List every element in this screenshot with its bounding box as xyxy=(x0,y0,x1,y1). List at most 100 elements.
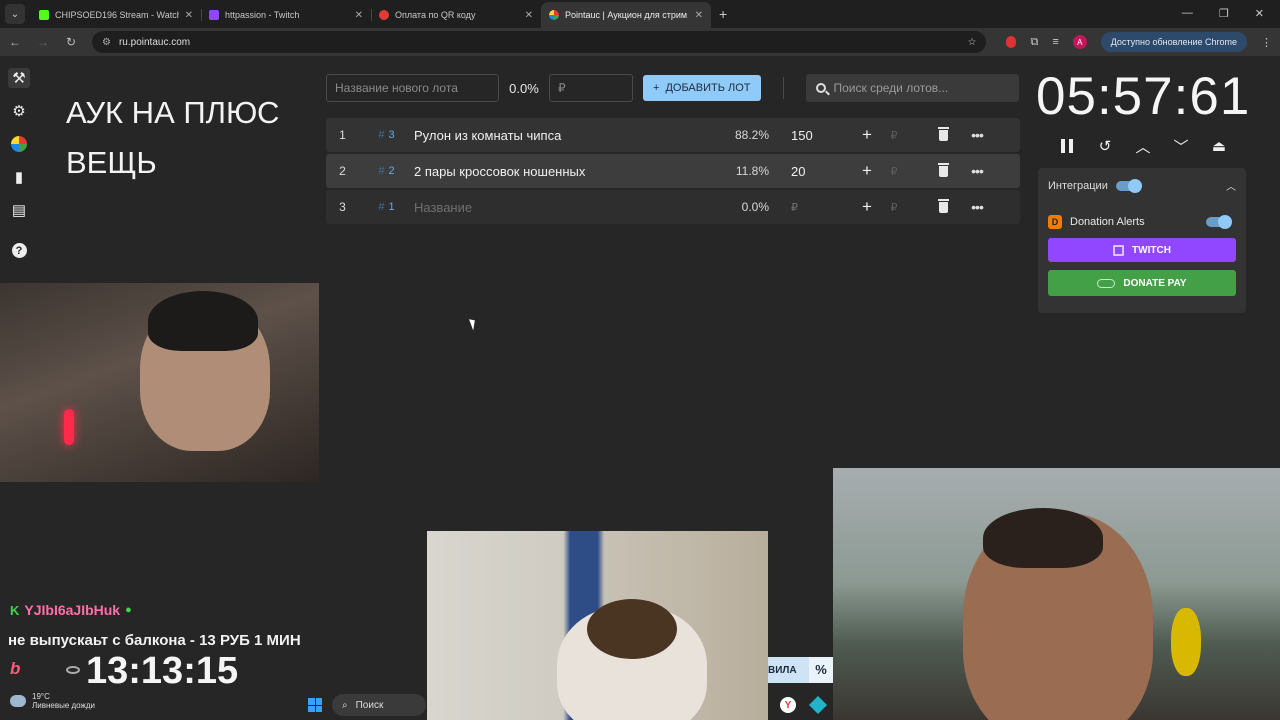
delete-lot-button[interactable] xyxy=(925,162,961,177)
chevron-up-icon[interactable]: ︿ xyxy=(1226,178,1236,193)
new-lot-name-input[interactable]: Название нового лота xyxy=(326,74,499,102)
browser-tab[interactable]: CHIPSOED196 Stream - Watch ✕ xyxy=(31,2,201,28)
tab-title: Оплата по QR коду xyxy=(395,10,476,20)
donate-pay-label: DONATE PAY xyxy=(1123,277,1187,289)
delete-lot-button[interactable] xyxy=(925,126,961,141)
lot-search-input[interactable]: Поиск среди лотов... xyxy=(805,74,1019,102)
trash-icon xyxy=(937,162,949,177)
bookmark-star-icon[interactable]: ☆ xyxy=(967,37,976,48)
browser-tab-active[interactable]: Pointauc | Аукцион для стрим ✕ xyxy=(541,2,711,28)
add-amount-icon[interactable]: + xyxy=(855,197,879,217)
toolbar-right: ⧉ ≡ A Доступно обновление Chrome ⋮ xyxy=(1006,32,1272,52)
lot-name-input[interactable]: Рулон из комнаты чипса xyxy=(414,128,714,143)
help-icon[interactable]: ? xyxy=(11,243,27,258)
lot-row: 1 #3 Рулон из комнаты чипса 88.2% 150 + … xyxy=(326,118,1020,152)
tab-search-button[interactable]: ⌄ xyxy=(5,4,25,24)
search-placeholder: Поиск среди лотов... xyxy=(833,81,949,95)
chat-username-text: YJIbI6aJIbHuk xyxy=(24,602,121,618)
integrations-panel: Интеграции ︿ D Donation Alerts TWITCH DO… xyxy=(1038,168,1246,313)
reload-icon[interactable]: ↻ xyxy=(64,35,78,49)
twitch-label: TWITCH xyxy=(1132,244,1171,256)
lot-fast-id: #1 xyxy=(378,201,395,213)
donation-alerts-icon: D xyxy=(1048,215,1062,229)
lot-name-input[interactable]: Название xyxy=(414,200,714,215)
lot-index: 1 xyxy=(339,128,346,142)
yandex-browser-icon[interactable]: Y xyxy=(780,697,796,713)
app-icon[interactable] xyxy=(808,695,828,715)
lot-percent: 0.0% xyxy=(741,200,769,214)
site-info-icon[interactable]: ⚙ xyxy=(102,37,111,48)
new-tab-icon[interactable]: + xyxy=(719,6,727,22)
close-icon[interactable]: ✕ xyxy=(525,10,533,21)
double-chevron-up-icon[interactable]: ⏏ xyxy=(1204,132,1234,160)
donation-alerts-label: Donation Alerts xyxy=(1070,216,1145,228)
windows-start-icon[interactable] xyxy=(308,698,322,712)
clipboard-icon[interactable]: ▤ xyxy=(8,200,30,220)
forward-icon[interactable]: → xyxy=(36,35,50,49)
lot-fast-id: #3 xyxy=(378,129,395,141)
gear-icon[interactable]: ⚙ xyxy=(8,101,30,121)
minimize-icon[interactable]: — xyxy=(1182,7,1193,20)
browser-tab[interactable]: httpassion - Twitch ✕ xyxy=(201,2,371,28)
window-controls: — ❐ ✕ xyxy=(1182,7,1280,28)
pointauc-favicon-icon xyxy=(549,10,559,20)
back-icon[interactable]: ← xyxy=(8,35,22,49)
lot-name-input[interactable]: 2 пары кроссовок ношенных xyxy=(414,164,714,179)
extensions-puzzle-icon[interactable]: ⧉ xyxy=(1030,36,1038,49)
lot-fast-id-number: 1 xyxy=(388,201,395,213)
bar-chart-icon[interactable]: ▮ xyxy=(8,167,30,187)
chevron-down-icon[interactable]: ﹀ xyxy=(1166,132,1196,160)
timer-controls: ↺ ︿ ﹀ ⏏ xyxy=(1048,132,1238,160)
menu-kebab-icon[interactable]: ⋮ xyxy=(1261,36,1272,49)
chrome-update-button[interactable]: Доступно обновление Chrome xyxy=(1100,32,1247,52)
donate-pay-button[interactable]: DONATE PAY xyxy=(1048,270,1236,296)
lot-amount[interactable]: ₽ xyxy=(769,201,849,214)
new-lot-amount-input[interactable]: ₽ xyxy=(549,74,633,102)
tab-title: httpassion - Twitch xyxy=(225,10,300,20)
gavel-icon[interactable]: ⚒ xyxy=(8,68,30,88)
taskbar-search[interactable]: ⌕ Поиск xyxy=(332,694,426,716)
close-icon[interactable]: ✕ xyxy=(695,10,703,21)
weather-desc: Ливневые дожди xyxy=(32,701,96,710)
profile-avatar[interactable]: A xyxy=(1072,35,1087,49)
lot-fast-id-number: 3 xyxy=(388,129,395,141)
pointauc-page: ⚒ ⚙ ▮ ▤ ? АУК НА ПЛЮС ВЕЩЬ Название ново… xyxy=(0,56,1280,720)
add-lot-row: Название нового лота 0.0% ₽ + ДОБАВИТЬ Л… xyxy=(326,74,1019,102)
add-amount-input[interactable]: ₽ xyxy=(879,129,909,142)
close-icon[interactable]: ✕ xyxy=(355,10,363,21)
lot-amount[interactable]: 150 xyxy=(769,128,849,143)
integrations-toggle[interactable] xyxy=(1115,178,1142,193)
close-window-icon[interactable]: ✕ xyxy=(1255,7,1264,20)
taskbar-search-label: Поиск xyxy=(355,699,384,711)
more-options-icon[interactable]: ••• xyxy=(961,163,993,179)
new-lot-percent: 0.0% xyxy=(509,80,539,96)
delete-lot-button[interactable] xyxy=(925,198,961,213)
pause-icon xyxy=(1061,139,1073,153)
donation-alerts-toggle[interactable] xyxy=(1206,215,1232,229)
restore-icon[interactable]: ❐ xyxy=(1219,7,1229,20)
add-amount-icon[interactable]: + xyxy=(855,125,879,145)
chevron-up-icon[interactable]: ︿ xyxy=(1128,132,1158,160)
add-amount-input[interactable]: ₽ xyxy=(879,201,909,214)
lot-amount[interactable]: 20 xyxy=(769,164,849,179)
add-amount-icon[interactable]: + xyxy=(855,161,879,181)
browser-tab[interactable]: Оплата по QR коду ✕ xyxy=(371,2,541,28)
extension-icon[interactable] xyxy=(1006,36,1017,48)
pause-button[interactable] xyxy=(1052,132,1082,160)
add-lot-button[interactable]: + ДОБАВИТЬ ЛОТ xyxy=(643,75,761,101)
lot-fast-id-number: 2 xyxy=(388,165,395,177)
reset-timer-icon[interactable]: ↺ xyxy=(1090,132,1120,160)
more-options-icon[interactable]: ••• xyxy=(961,127,993,143)
twitch-button[interactable]: TWITCH xyxy=(1048,238,1236,262)
webcam-overlay xyxy=(0,283,319,482)
taskbar-weather[interactable]: 19°C Ливневые дожди xyxy=(10,692,95,710)
add-amount-input[interactable]: ₽ xyxy=(879,165,909,178)
search-icon xyxy=(815,83,826,93)
lot-percent: 11.8% xyxy=(735,164,769,178)
auction-timer: 05:57:61 xyxy=(1036,67,1251,126)
address-bar[interactable]: ⚙ ru.pointauc.com ☆ xyxy=(92,31,987,53)
media-icon[interactable]: ≡ xyxy=(1052,36,1058,48)
more-options-icon[interactable]: ••• xyxy=(961,199,993,215)
wheel-icon[interactable] xyxy=(8,134,30,154)
close-icon[interactable]: ✕ xyxy=(185,10,193,21)
